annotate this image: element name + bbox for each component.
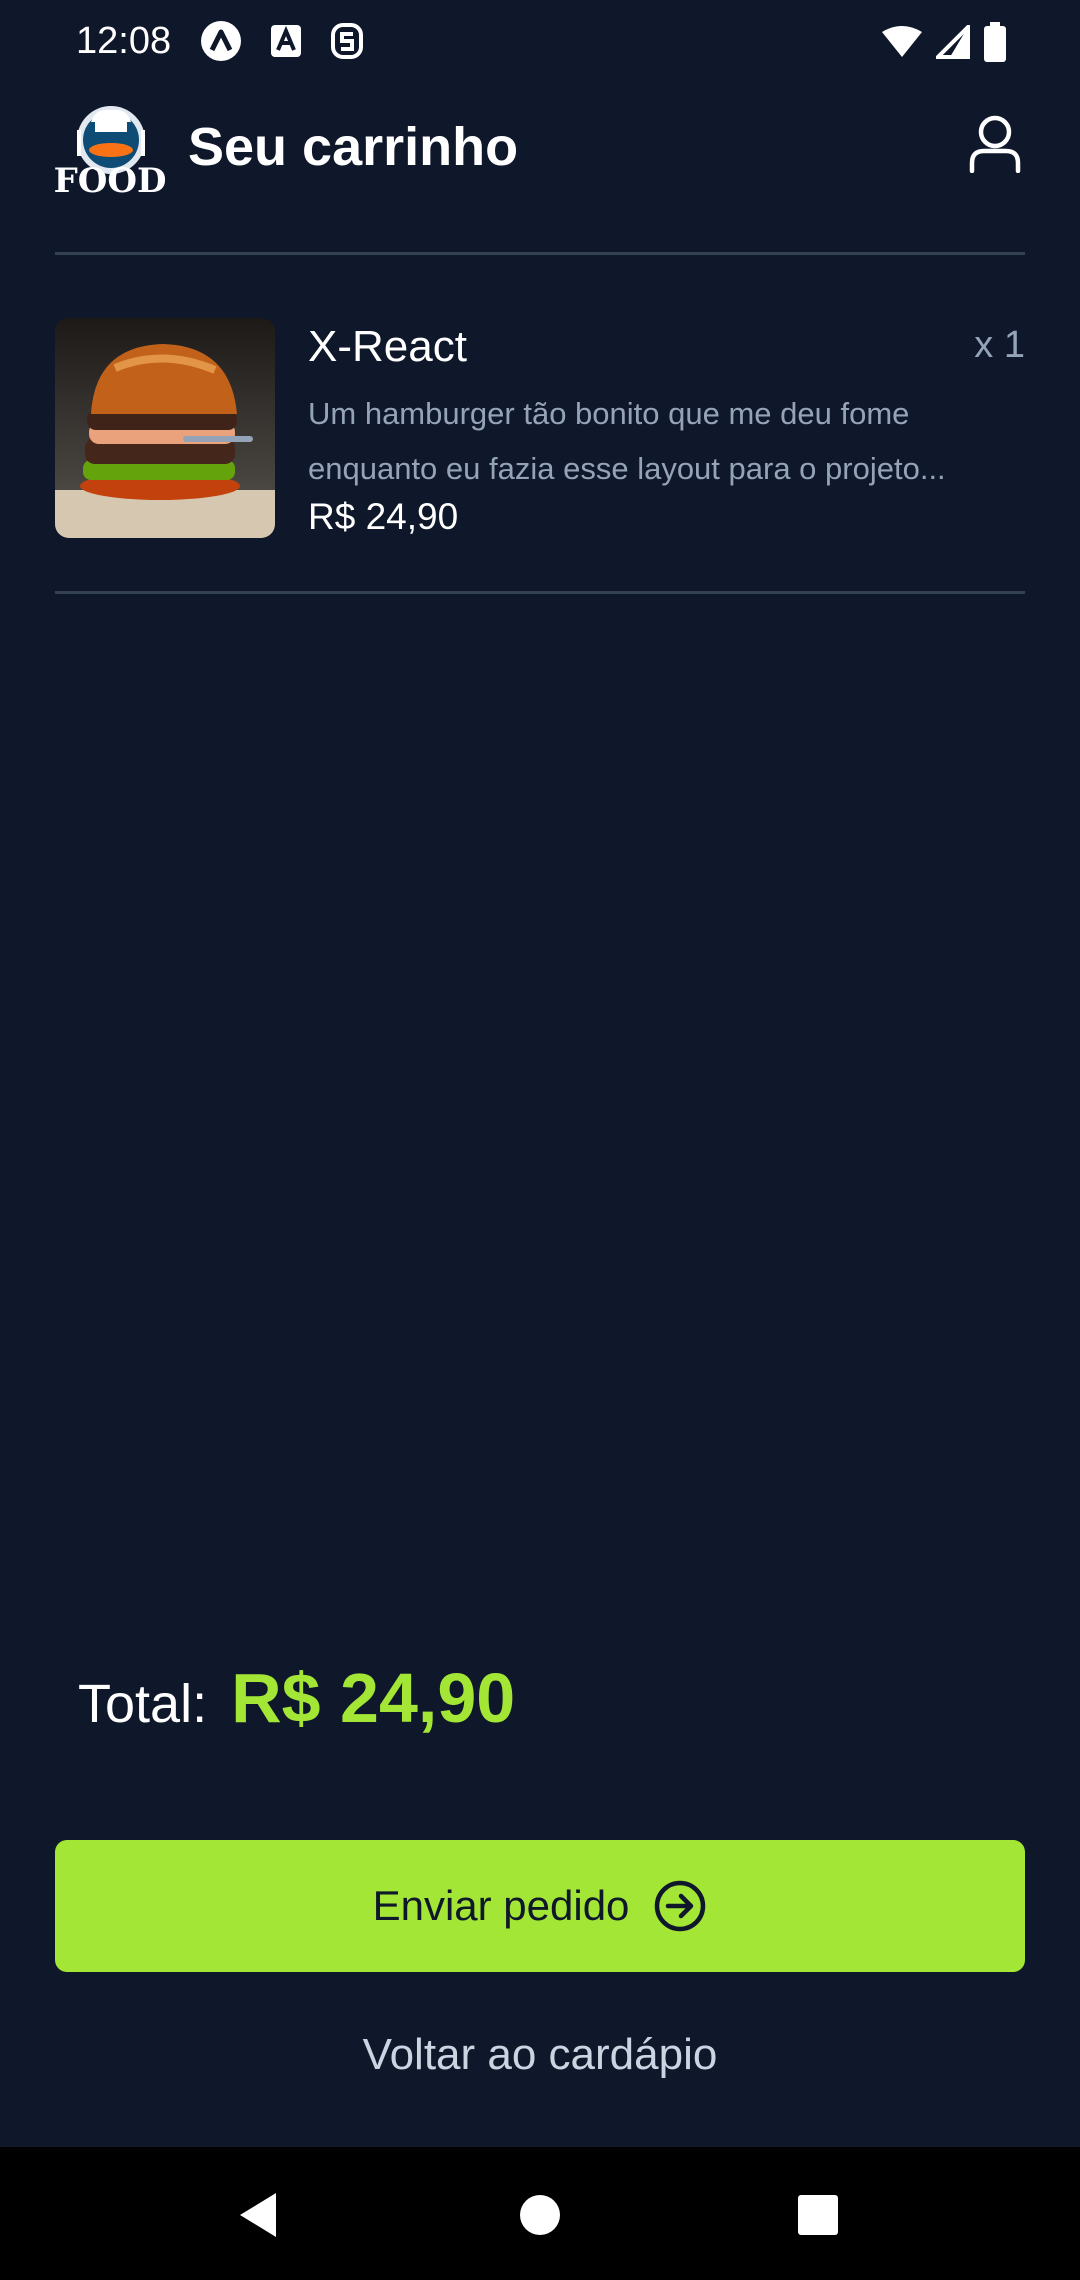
cart-screen: 12:08 FOOD Seu carrinho X-React x 1 Um h…: [0, 0, 1080, 2280]
triangle-back-icon: [240, 2193, 276, 2237]
header: FOOD Seu carrinho: [54, 100, 1025, 201]
app-a-icon: [200, 20, 242, 62]
nav-recents-button[interactable]: [786, 2183, 850, 2247]
nav-home-button[interactable]: [508, 2183, 572, 2247]
square-recents-icon: [798, 2195, 838, 2235]
item-quantity: x 1: [974, 324, 1025, 366]
page-title: Seu carrinho: [188, 117, 519, 177]
status-icons-right: [882, 22, 1006, 62]
logo-text: FOOD: [55, 161, 165, 200]
nav-back-button[interactable]: [226, 2183, 290, 2247]
signal-icon: [936, 25, 970, 59]
item-name: X-React: [308, 322, 467, 371]
status-bar: 12:08: [0, 0, 1080, 86]
battery-icon: [984, 22, 1006, 62]
header-divider: [55, 252, 1025, 255]
app-s-icon: [330, 22, 364, 60]
status-icons-left: [200, 20, 364, 62]
user-icon: [969, 115, 1021, 173]
item-description: Um hamburger tão bonito que me deu fome …: [308, 396, 946, 486]
circle-home-icon: [520, 2195, 560, 2235]
send-order-button[interactable]: Enviar pedido: [55, 1840, 1025, 1972]
food-logo: FOOD: [54, 100, 166, 201]
item-divider: [55, 591, 1025, 594]
status-time: 12:08: [76, 20, 172, 62]
wifi-icon: [882, 26, 922, 58]
send-order-label: Enviar pedido: [372, 1882, 630, 1929]
profile-button[interactable]: [965, 112, 1025, 176]
burger-image: [55, 318, 275, 538]
item-price: R$ 24,90: [308, 496, 459, 537]
total-label: Total:: [78, 1674, 208, 1734]
total-row: Total: R$ 24,90: [78, 1658, 515, 1738]
back-to-menu-link[interactable]: Voltar ao cardápio: [0, 2030, 1080, 2080]
navigation-bar: [0, 2147, 1080, 2280]
total-value: R$ 24,90: [231, 1659, 516, 1737]
app-text-icon: [270, 24, 302, 58]
cart-item[interactable]: X-React x 1 Um hamburger tão bonito que …: [55, 318, 1025, 540]
arrow-right-circle-icon: [655, 1880, 706, 1932]
